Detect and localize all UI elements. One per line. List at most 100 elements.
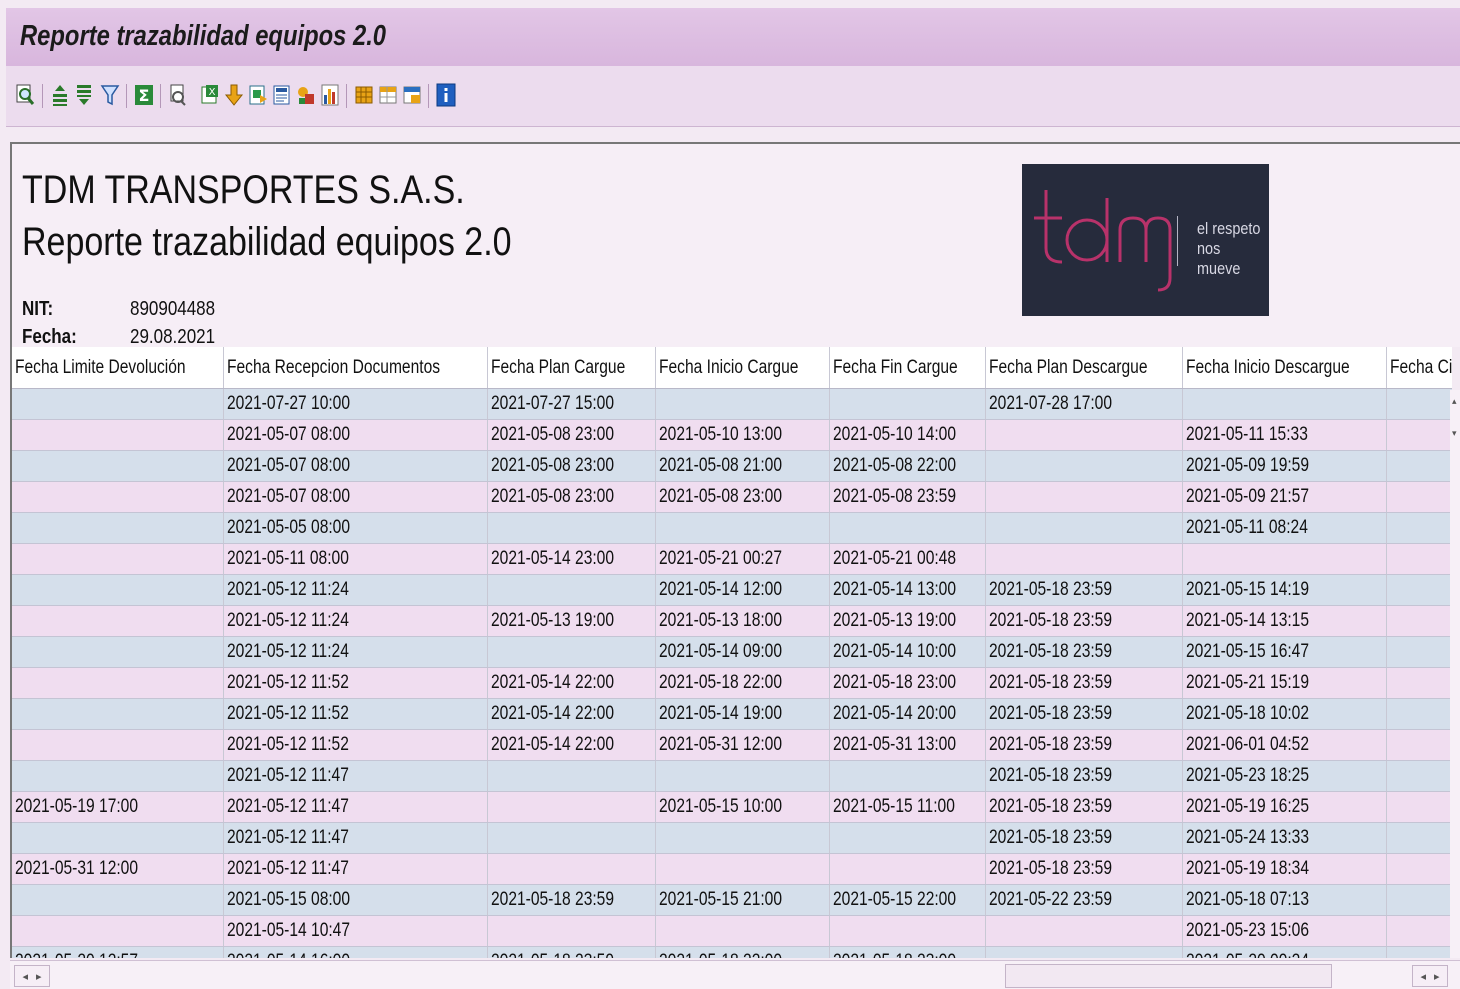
sum-icon[interactable]: Σ [134, 82, 154, 108]
table-cell[interactable]: 2021-05-14 10:00 [829, 636, 986, 668]
table-cell[interactable]: 2021-05-24 13:33 [1182, 822, 1387, 854]
table-cell[interactable]: 2021-05-12 11:47 [223, 760, 488, 792]
table-cell[interactable] [1386, 667, 1452, 699]
table-cell[interactable] [1386, 884, 1452, 916]
table-cell[interactable]: 2021-05-08 23:00 [655, 481, 830, 513]
scroll-up-arrow[interactable]: ▴ [1452, 396, 1457, 407]
table-cell[interactable] [1386, 605, 1452, 637]
table-cell[interactable] [985, 543, 1183, 575]
column-header[interactable]: Fecha Inicio Cargue [655, 347, 830, 389]
table-cell[interactable] [1386, 574, 1452, 606]
table-cell[interactable]: 2021-05-18 23:59 [985, 853, 1183, 885]
table-cell[interactable]: 2021-05-15 21:00 [655, 884, 830, 916]
table-row[interactable]: 2021-05-12 11:52 2021-05-14 22:00 2021-05-… [12, 729, 1452, 761]
table-cell[interactable] [829, 915, 986, 947]
table-cell[interactable]: 2021-05-15 11:00 [829, 791, 986, 823]
table-cell[interactable] [985, 512, 1183, 544]
table-cell[interactable]: 2021-05-14 09:00 [655, 636, 830, 668]
table-cell[interactable] [829, 760, 986, 792]
table-cell[interactable]: 2021-05-14 22:00 [487, 729, 656, 761]
column-header[interactable]: Fecha Fin Cargue [829, 347, 986, 389]
table-row[interactable]: 2021-05-12 11:52 2021-05-14 22:00 2021-05-… [12, 667, 1452, 699]
horizontal-scroll-thumb[interactable] [1005, 964, 1332, 988]
table-cell[interactable]: 2021-05-18 07:13 [1182, 884, 1387, 916]
table-cell[interactable] [829, 512, 986, 544]
table-cell[interactable]: 2021-05-09 21:57 [1182, 481, 1387, 513]
table-cell[interactable]: 2021-05-12 11:52 [223, 729, 488, 761]
table-cell[interactable]: 2021-05-05 08:00 [223, 512, 488, 544]
table-cell[interactable]: 2021-05-23 15:06 [1182, 915, 1387, 947]
table-row[interactable]: 2021-05-11 08:00 2021-05-14 23:00 2021-05-… [12, 543, 1452, 575]
table-cell[interactable] [655, 512, 830, 544]
table-cell[interactable]: 2021-05-15 08:00 [223, 884, 488, 916]
table-cell[interactable] [1182, 543, 1387, 575]
table-row[interactable]: 2021-05-07 08:00 2021-05-08 23:00 2021-05-… [12, 419, 1452, 451]
table-cell[interactable] [12, 481, 225, 513]
table-cell[interactable] [1386, 512, 1452, 544]
table-cell[interactable]: 2021-05-14 19:00 [655, 698, 830, 730]
table-row[interactable]: 2021-05-12 11:24 2021-05-14 12:00 2021-05-… [12, 574, 1452, 606]
graphic-chart-icon[interactable] [320, 82, 340, 108]
table-cell[interactable]: 2021-05-14 22:00 [487, 667, 656, 699]
table-cell[interactable] [1386, 543, 1452, 575]
table-cell[interactable] [829, 822, 986, 854]
table-cell[interactable] [1386, 822, 1452, 854]
table-cell[interactable]: 2021-05-08 23:00 [487, 481, 656, 513]
table-cell[interactable]: 2021-05-13 19:00 [829, 605, 986, 637]
table-cell[interactable]: 2021-05-18 23:59 [985, 667, 1183, 699]
horizontal-scrollbar[interactable]: ◂ ▸ ◂ ▸ [10, 960, 1460, 989]
table-cell[interactable]: 2021-05-11 08:24 [1182, 512, 1387, 544]
table-cell[interactable]: 2021-05-10 13:00 [655, 419, 830, 451]
table-cell[interactable] [655, 388, 830, 420]
table-cell[interactable] [487, 512, 656, 544]
table-cell[interactable]: 2021-05-12 11:24 [223, 574, 488, 606]
table-cell[interactable] [1182, 388, 1387, 420]
table-cell[interactable]: 2021-05-11 15:33 [1182, 419, 1387, 451]
table-cell[interactable]: 2021-06-01 04:52 [1182, 729, 1387, 761]
word-processing-icon[interactable] [272, 82, 292, 108]
table-cell[interactable] [12, 636, 225, 668]
sort-descending-icon[interactable] [74, 82, 94, 108]
scroll-right-button[interactable]: ◂ ▸ [1412, 965, 1448, 987]
table-cell[interactable] [1386, 791, 1452, 823]
table-cell[interactable]: 2021-05-31 13:00 [829, 729, 986, 761]
table-cell[interactable] [12, 822, 225, 854]
table-cell[interactable]: 2021-05-22 23:59 [985, 884, 1183, 916]
table-cell[interactable]: 2021-05-18 22:00 [655, 667, 830, 699]
table-cell[interactable] [1386, 698, 1452, 730]
table-cell[interactable] [1386, 388, 1452, 420]
table-cell[interactable] [12, 605, 225, 637]
table-cell[interactable]: 2021-05-07 08:00 [223, 419, 488, 451]
excel-export-icon[interactable]: X [200, 82, 220, 108]
table-cell[interactable] [1386, 760, 1452, 792]
table-row[interactable]: 2021-05-12 11:24 2021-05-14 09:00 2021-05-… [12, 636, 1452, 668]
table-cell[interactable] [985, 419, 1183, 451]
table-row[interactable]: 2021-05-31 12:00 2021-05-12 11:47 2021-05-… [12, 853, 1452, 885]
table-cell[interactable] [12, 729, 225, 761]
table-cell[interactable] [655, 760, 830, 792]
table-cell[interactable]: 2021-05-10 14:00 [829, 419, 986, 451]
table-cell[interactable] [487, 915, 656, 947]
table-cell[interactable]: 2021-05-18 23:59 [985, 760, 1183, 792]
table-cell[interactable]: 2021-05-12 11:24 [223, 605, 488, 637]
table-cell[interactable]: 2021-05-15 14:19 [1182, 574, 1387, 606]
table-cell[interactable] [487, 636, 656, 668]
table-cell[interactable]: 2021-05-21 00:27 [655, 543, 830, 575]
column-header[interactable]: Fecha Cita Cargue [1386, 347, 1452, 389]
table-cell[interactable] [1386, 915, 1452, 947]
table-row[interactable]: 2021-05-12 11:47 2021-05-18 23:59 2021-05-… [12, 822, 1452, 854]
table-cell[interactable]: 2021-05-31 12:00 [12, 853, 225, 885]
table-cell[interactable]: 2021-05-21 15:19 [1182, 667, 1387, 699]
table-cell[interactable] [655, 853, 830, 885]
scroll-down-arrow[interactable]: ▾ [1452, 428, 1457, 439]
table-cell[interactable]: 2021-05-18 23:59 [487, 884, 656, 916]
table-cell[interactable]: 2021-05-08 23:59 [829, 481, 986, 513]
table-row[interactable]: 2021-05-05 08:002021-05-11 08:242021-0 [12, 512, 1452, 544]
sort-ascending-icon[interactable] [50, 82, 70, 108]
table-cell[interactable]: 2021-05-18 23:59 [985, 698, 1183, 730]
abc-analysis-icon[interactable] [296, 82, 316, 108]
table-cell[interactable] [12, 512, 225, 544]
table-cell[interactable]: 2021-05-08 23:00 [487, 419, 656, 451]
table-cell[interactable]: 2021-05-08 22:00 [829, 450, 986, 482]
table-cell[interactable] [487, 853, 656, 885]
